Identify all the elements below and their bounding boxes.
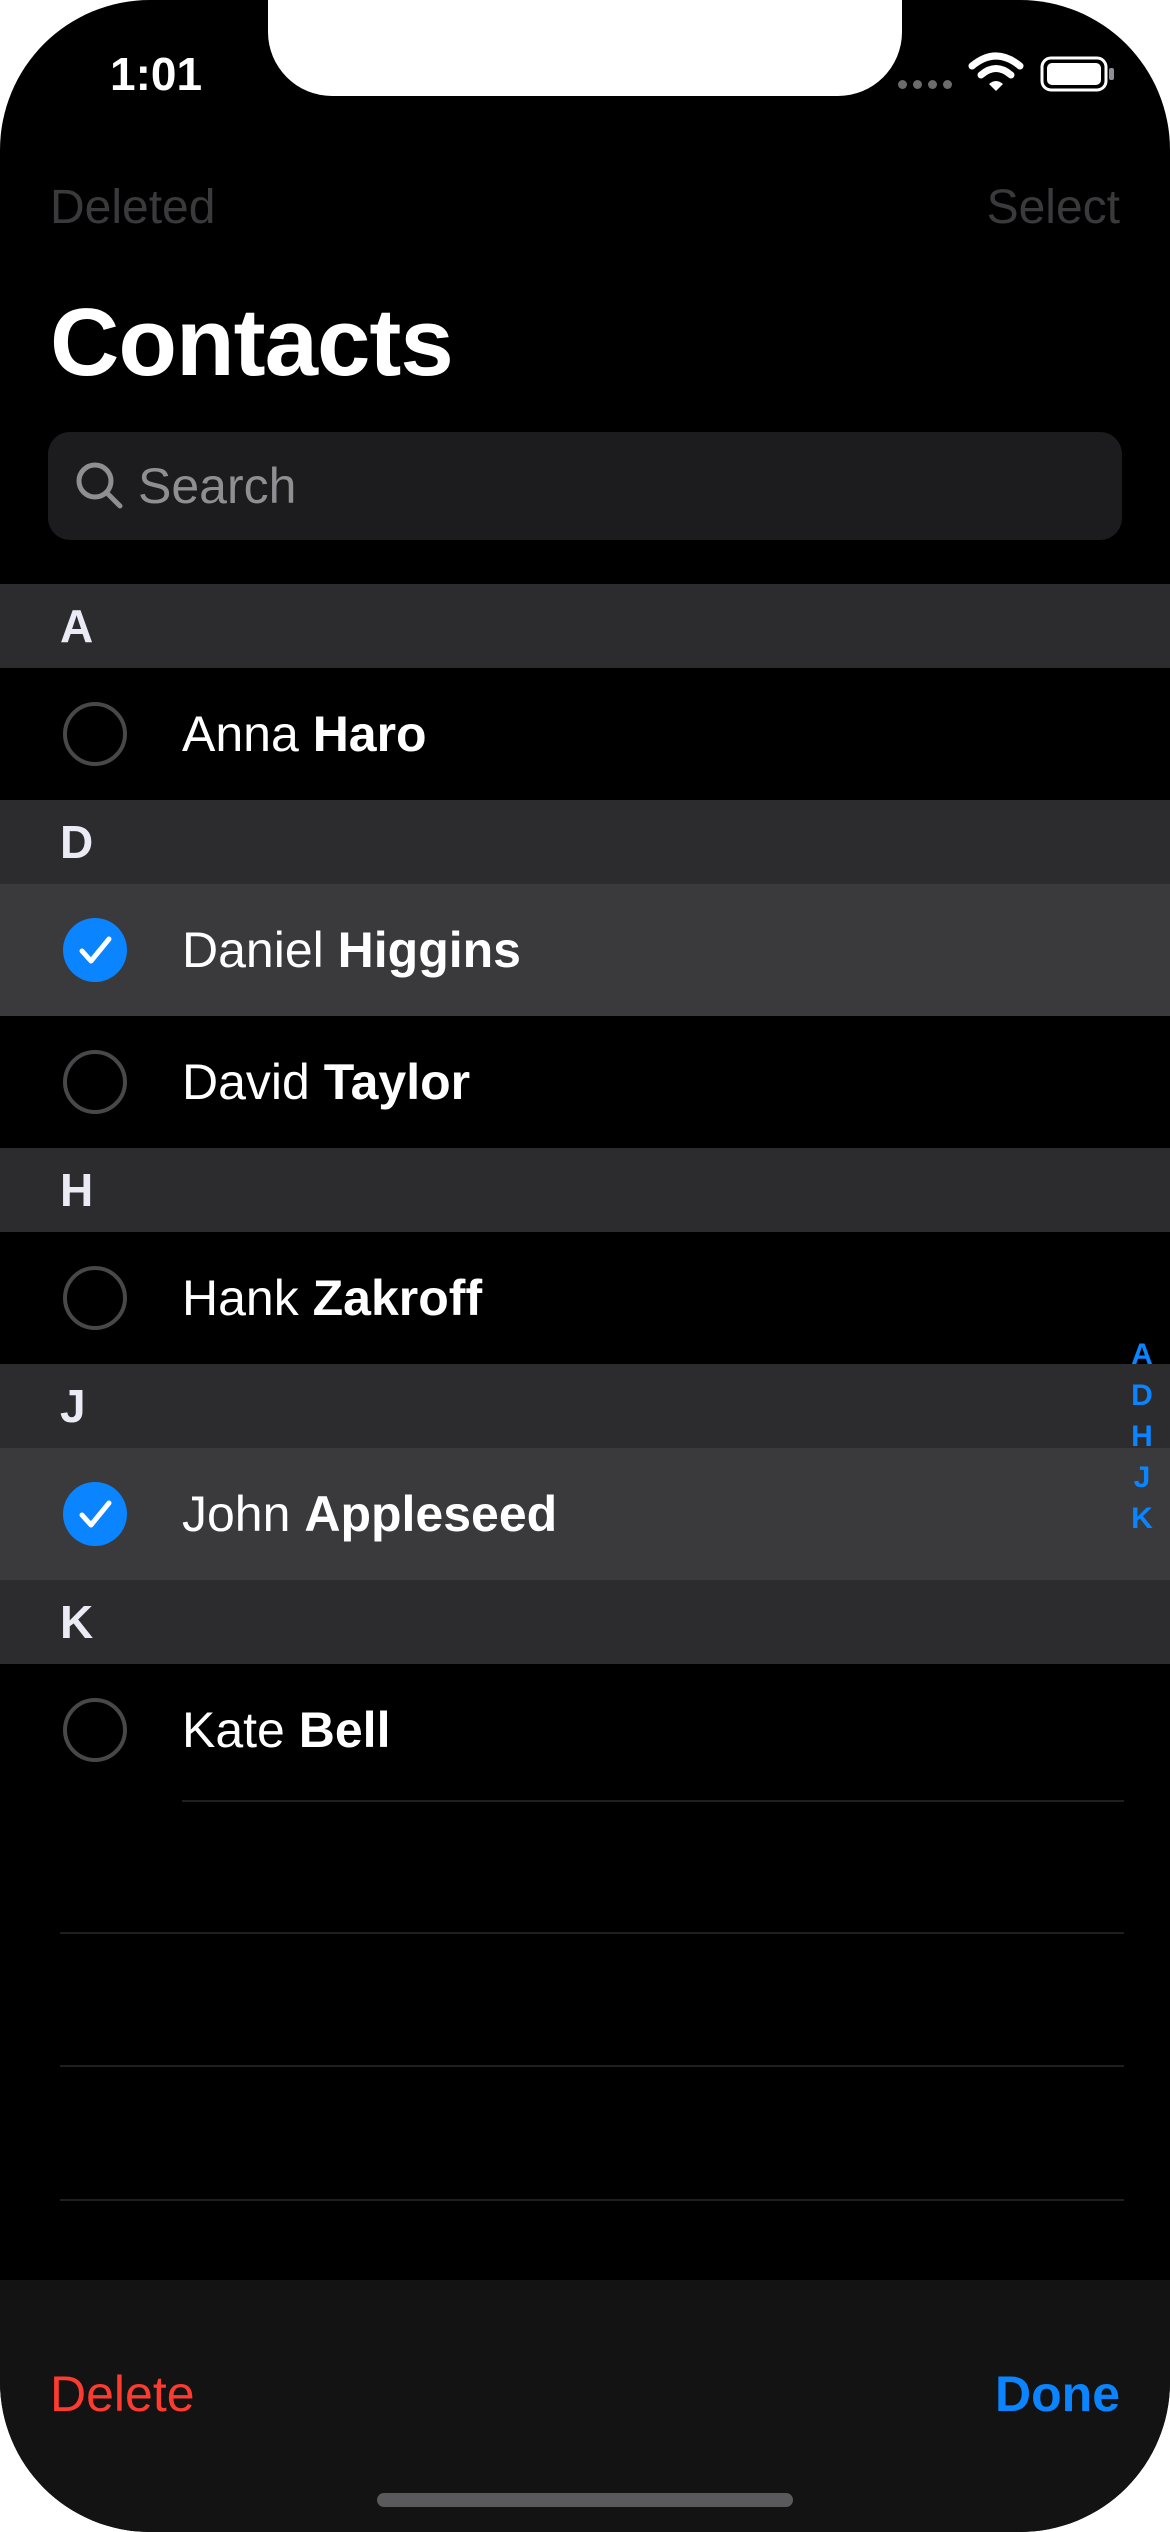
row-separator bbox=[60, 2199, 1124, 2201]
contacts-list: A Anna Haro D Daniel Higgins David Taylo… bbox=[0, 584, 1170, 1796]
section-index-bar[interactable]: A D H J K bbox=[1126, 1334, 1158, 1539]
contact-name: David Taylor bbox=[182, 1016, 470, 1148]
cellular-signal-icon bbox=[898, 80, 952, 90]
battery-icon bbox=[1040, 56, 1114, 92]
section-header-j: J bbox=[0, 1364, 1170, 1448]
section-header-h: H bbox=[0, 1148, 1170, 1232]
search-icon bbox=[76, 462, 123, 509]
row-separator bbox=[60, 1932, 1124, 1934]
contact-row-hank-zakroff[interactable]: Hank Zakroff bbox=[0, 1232, 1170, 1364]
contact-row-anna-haro[interactable]: Anna Haro bbox=[0, 668, 1170, 800]
last-name: Higgins bbox=[337, 922, 521, 978]
done-button[interactable]: Done bbox=[995, 2362, 1120, 2426]
unchecked-circle-icon[interactable] bbox=[63, 1050, 127, 1114]
contact-name: Daniel Higgins bbox=[182, 884, 521, 1016]
section-header-d: D bbox=[0, 800, 1170, 884]
unchecked-circle-icon[interactable] bbox=[63, 1698, 127, 1762]
index-letter-d[interactable]: D bbox=[1126, 1375, 1158, 1416]
checkmark-circle-icon[interactable] bbox=[63, 918, 127, 982]
page-title: Contacts bbox=[50, 289, 454, 396]
wifi-icon bbox=[968, 52, 1024, 91]
contact-row-david-taylor[interactable]: David Taylor bbox=[0, 1016, 1170, 1148]
first-name: Kate bbox=[182, 1702, 285, 1758]
first-name: John bbox=[182, 1486, 291, 1542]
deleted-button[interactable]: Deleted bbox=[50, 178, 215, 238]
row-separator bbox=[182, 1800, 1124, 1802]
contact-name: Kate Bell bbox=[182, 1664, 390, 1796]
select-button[interactable]: Select bbox=[987, 178, 1120, 238]
device-notch bbox=[268, 0, 902, 96]
index-letter-a[interactable]: A bbox=[1126, 1334, 1158, 1375]
section-letter: D bbox=[60, 816, 94, 868]
first-name: Anna bbox=[182, 706, 299, 762]
section-header-k: K bbox=[0, 1580, 1170, 1664]
contact-name: Anna Haro bbox=[182, 668, 427, 800]
status-time: 1:01 bbox=[110, 48, 203, 100]
checkmark-circle-icon[interactable] bbox=[63, 1482, 127, 1546]
contact-row-kate-bell[interactable]: Kate Bell bbox=[0, 1664, 1170, 1796]
status-icons bbox=[898, 52, 1118, 96]
first-name: David bbox=[182, 1054, 310, 1110]
last-name: Taylor bbox=[323, 1054, 471, 1110]
last-name: Haro bbox=[312, 706, 427, 762]
index-letter-j[interactable]: J bbox=[1126, 1457, 1158, 1498]
delete-button[interactable]: Delete bbox=[50, 2362, 195, 2426]
first-name: Hank bbox=[182, 1270, 299, 1326]
section-letter: H bbox=[60, 1164, 94, 1216]
index-letter-k[interactable]: K bbox=[1126, 1498, 1158, 1539]
first-name: Daniel bbox=[182, 922, 324, 978]
contact-name: John Appleseed bbox=[182, 1448, 557, 1580]
last-name: Zakroff bbox=[312, 1270, 483, 1326]
section-letter: J bbox=[60, 1380, 86, 1432]
unchecked-circle-icon[interactable] bbox=[63, 1266, 127, 1330]
section-letter: K bbox=[60, 1596, 94, 1648]
last-name: Bell bbox=[298, 1702, 391, 1758]
section-letter: A bbox=[60, 600, 94, 652]
unchecked-circle-icon[interactable] bbox=[63, 702, 127, 766]
index-letter-h[interactable]: H bbox=[1126, 1416, 1158, 1457]
search-input[interactable]: Search bbox=[48, 432, 1122, 540]
contact-row-john-appleseed[interactable]: John Appleseed bbox=[0, 1448, 1170, 1580]
phone-screen: 1:01 Deleted Select Contacts Search A An… bbox=[0, 0, 1170, 2532]
contact-name: Hank Zakroff bbox=[182, 1232, 482, 1364]
contact-row-daniel-higgins[interactable]: Daniel Higgins bbox=[0, 884, 1170, 1016]
row-separator bbox=[60, 2065, 1124, 2067]
section-header-a: A bbox=[0, 584, 1170, 668]
home-indicator[interactable] bbox=[377, 2493, 793, 2507]
search-placeholder: Search bbox=[138, 458, 297, 514]
last-name: Appleseed bbox=[304, 1486, 558, 1542]
